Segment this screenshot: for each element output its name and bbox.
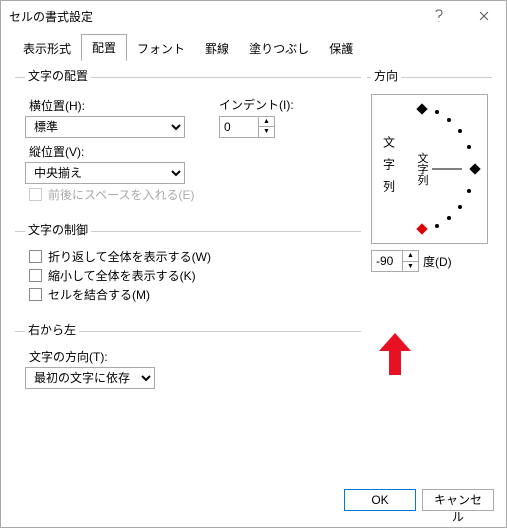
indent-input[interactable] <box>219 116 259 138</box>
v-align-select[interactable]: 中央揃え <box>25 162 185 184</box>
control-legend: 文字の制御 <box>25 221 91 238</box>
annotation-arrow-icon <box>379 333 411 375</box>
wrap-check[interactable]: 折り返して全体を表示する(W) <box>29 248 351 265</box>
close-button[interactable] <box>461 1 506 31</box>
rtl-group: 右から左 文字の方向(T): 最初の文字に依存 <box>15 323 361 399</box>
orientation-group: 方向 文字列 文字列 <box>367 69 492 276</box>
dialog-window: セルの書式設定 表示形式 配置 フォント 罫線 塗りつぶし 保護 文字の配置 横… <box>0 0 507 528</box>
h-align-select[interactable]: 標準 <box>25 116 185 138</box>
tab-border[interactable]: 罫線 <box>195 36 239 61</box>
merge-check[interactable]: セルを結合する(M) <box>29 286 351 303</box>
shrink-check[interactable]: 縮小して全体を表示する(K) <box>29 267 351 284</box>
indent-spinner[interactable]: ▲▼ <box>259 116 275 138</box>
v-align-label: 縦位置(V): <box>25 141 351 162</box>
justify-check: 前後にスペースを入れる(E) <box>29 186 351 203</box>
degree-label: 度(D) <box>423 253 452 270</box>
rtl-legend: 右から左 <box>25 321 79 338</box>
tab-fill[interactable]: 塗りつぶし <box>239 36 319 61</box>
tab-bar: 表示形式 配置 フォント 罫線 塗りつぶし 保護 <box>1 31 506 61</box>
vertical-text-button[interactable]: 文字列 <box>372 95 406 243</box>
alignment-legend: 文字の配置 <box>25 67 91 84</box>
ok-button[interactable]: OK <box>344 489 416 511</box>
control-group: 文字の制御 折り返して全体を表示する(W) 縮小して全体を表示する(K) セルを… <box>15 223 361 315</box>
window-title: セルの書式設定 <box>9 8 416 25</box>
tab-protection[interactable]: 保護 <box>319 36 363 61</box>
orientation-box[interactable]: 文字列 文字列 <box>371 94 488 244</box>
dir-label: 文字の方向(T): <box>25 346 351 367</box>
degree-spinner[interactable]: ▲▼ <box>403 250 419 272</box>
tab-alignment[interactable]: 配置 <box>81 34 127 61</box>
tab-number[interactable]: 表示形式 <box>13 36 81 61</box>
degree-input[interactable] <box>371 250 403 272</box>
left-column: 文字の配置 横位置(H): 標準 インデント(I): ▲▼ <box>15 69 361 475</box>
right-column: 方向 文字列 文字列 <box>367 69 492 475</box>
help-button[interactable] <box>416 1 461 31</box>
dialog-footer: OK キャンセル <box>1 483 506 527</box>
tab-font[interactable]: フォント <box>127 36 195 61</box>
orientation-arc[interactable]: 文字列 <box>412 101 481 237</box>
h-align-label: 横位置(H): <box>25 95 205 116</box>
titlebar: セルの書式設定 <box>1 1 506 31</box>
orientation-legend: 方向 <box>371 67 401 84</box>
cancel-button[interactable]: キャンセル <box>422 489 494 511</box>
alignment-group: 文字の配置 横位置(H): 標準 インデント(I): ▲▼ <box>15 69 361 215</box>
indent-label: インデント(I): <box>205 96 294 113</box>
dialog-body: 文字の配置 横位置(H): 標準 インデント(I): ▲▼ <box>1 61 506 483</box>
dir-select[interactable]: 最初の文字に依存 <box>25 367 155 389</box>
